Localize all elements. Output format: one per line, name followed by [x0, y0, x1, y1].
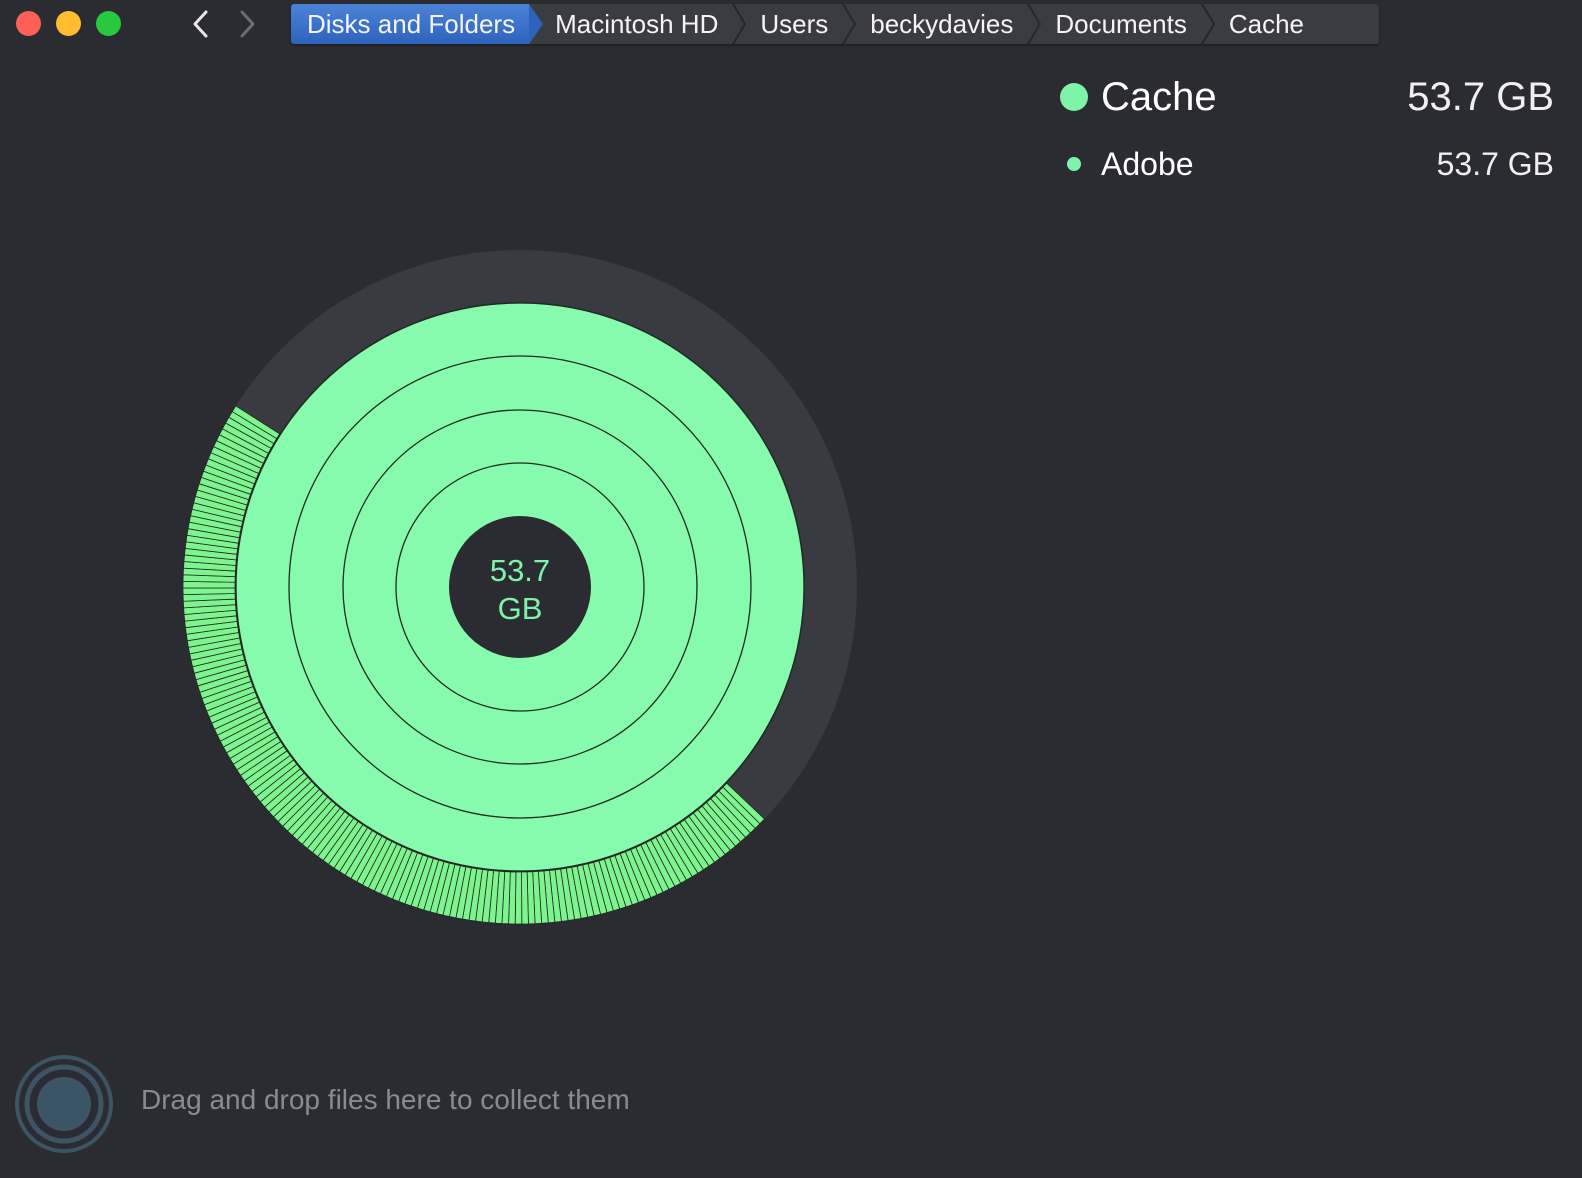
legend-item-cache[interactable]: Cache 53.7 GB [1060, 74, 1554, 120]
breadcrumb-separator-icon [842, 4, 857, 44]
minimize-button[interactable] [56, 11, 81, 36]
drop-target-icon [15, 1055, 113, 1153]
sunburst-chart[interactable]: 53.7 GB [160, 230, 880, 950]
breadcrumb-separator-icon [1200, 4, 1215, 44]
breadcrumb-item-macintosh-hd[interactable]: Macintosh HD [529, 4, 732, 44]
forward-button[interactable] [229, 6, 265, 42]
breadcrumb-label: beckydavies [870, 8, 1014, 39]
chevron-right-icon [240, 10, 255, 38]
breadcrumb-item-cache[interactable]: Cache [1215, 4, 1318, 44]
legend-name: Adobe [1101, 145, 1194, 182]
center-size-label[interactable]: 53.7 GB [450, 520, 590, 660]
breadcrumb-item-users[interactable]: Users [746, 4, 842, 44]
breadcrumb-separator-icon [1027, 4, 1042, 44]
breadcrumb-label: Cache [1228, 8, 1304, 39]
breadcrumb-item-beckydavies[interactable]: beckydavies [856, 4, 1027, 44]
back-button[interactable] [183, 6, 219, 42]
breadcrumb-label: Documents [1055, 8, 1187, 39]
legend-item-adobe[interactable]: Adobe 53.7 GB [1060, 144, 1554, 184]
breadcrumb-item-disks-and-folders[interactable]: Disks and Folders [291, 4, 544, 44]
sunburst-outer-segment[interactable] [521, 871, 529, 925]
drop-target[interactable] [14, 1054, 114, 1154]
center-value: 53.7 [489, 553, 551, 588]
breadcrumb: Disks and Folders Macintosh HD Users bec… [291, 4, 1379, 44]
legend-color-dot [1067, 157, 1081, 171]
chevron-left-icon [193, 10, 208, 38]
maximize-button[interactable] [96, 11, 121, 36]
legend-color-dot [1060, 83, 1088, 111]
drop-hint-text: Drag and drop files here to collect them [141, 1084, 630, 1115]
breadcrumb-item-documents[interactable]: Documents [1041, 4, 1201, 44]
breadcrumb-label: Macintosh HD [555, 8, 719, 39]
legend-name: Cache [1101, 74, 1217, 119]
breadcrumb-label: Users [760, 8, 829, 39]
breadcrumb-label: Disks and Folders [307, 8, 516, 39]
legend-size: 53.7 GB [1436, 145, 1554, 182]
legend-size: 53.7 GB [1407, 74, 1554, 119]
close-button[interactable] [16, 11, 41, 36]
breadcrumb-separator-icon [732, 4, 747, 44]
sunburst-outer-segment[interactable] [182, 587, 236, 596]
center-unit: GB [497, 591, 543, 626]
